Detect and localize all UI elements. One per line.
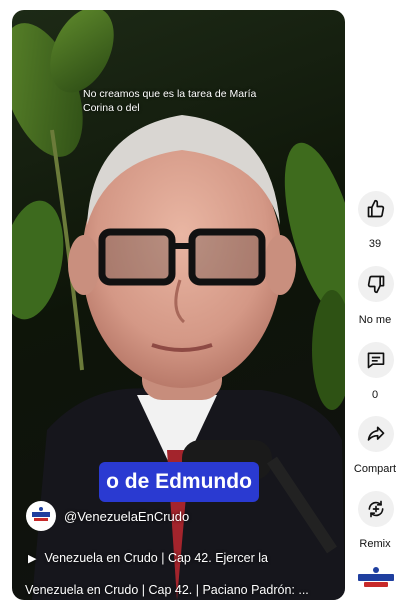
like-count: 39 (368, 238, 382, 250)
dislike-label: No me (358, 314, 392, 326)
share-button[interactable] (358, 416, 394, 452)
venezuela-en-crudo-logo-icon[interactable] (356, 566, 396, 590)
playlist-link[interactable]: ▶ Venezuela en Crudo | Cap 42. Ejercer l… (28, 551, 268, 565)
video-player[interactable]: No creamos que es la tarea de María Cori… (12, 10, 345, 600)
share-icon (367, 426, 385, 441)
remix-icon (368, 500, 384, 518)
playlist-label: Venezuela en Crudo | Cap 42. Ejercer la (44, 551, 268, 565)
comments-button[interactable] (358, 342, 394, 378)
channel-handle[interactable]: @VenezuelaEnCrudo (64, 509, 189, 524)
remix-button[interactable] (358, 491, 394, 527)
channel-avatar[interactable] (26, 501, 56, 531)
thumbs-down-icon (367, 275, 385, 294)
dislike-button[interactable] (358, 266, 394, 302)
video-title[interactable]: Venezuela en Crudo | Cap 42. | Paciano P… (25, 583, 331, 597)
video-caption: No creamos que es la tarea de María Cori… (83, 88, 257, 114)
venezuela-en-crudo-logo-icon (29, 504, 53, 528)
remix-label: Remix (359, 538, 391, 550)
video-subtitle: o de Edmundo (99, 462, 259, 502)
thumbs-up-icon (367, 199, 385, 218)
comment-icon (367, 352, 385, 369)
play-icon: ▶ (28, 552, 37, 565)
comment-count: 0 (371, 389, 379, 401)
share-label: Compart (353, 463, 397, 475)
like-button[interactable] (358, 191, 394, 227)
action-bar: 39 No me 0 Compart Remix (352, 0, 398, 600)
channel-info[interactable]: @VenezuelaEnCrudo (26, 501, 189, 531)
